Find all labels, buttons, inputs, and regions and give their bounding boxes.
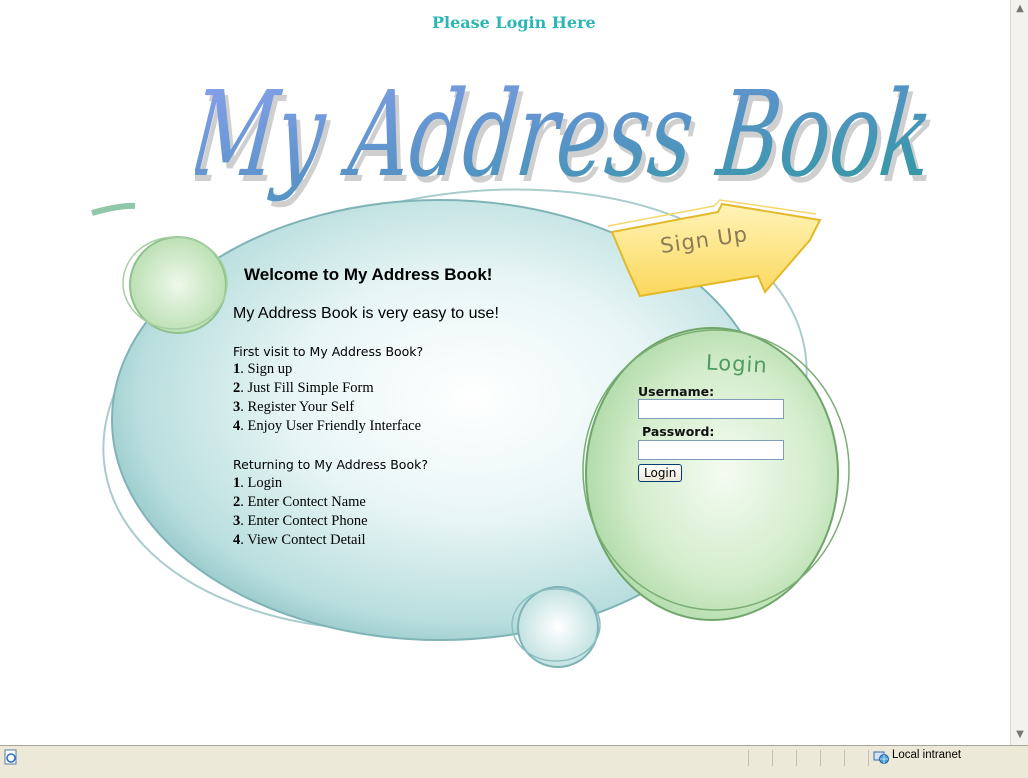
username-input[interactable]	[638, 399, 784, 419]
status-divider	[796, 750, 797, 766]
list-item: 1. Sign up	[233, 361, 293, 377]
status-divider	[868, 750, 869, 766]
list-item: 1. Login	[233, 475, 283, 491]
vertical-scrollbar[interactable]: ▲ ▼	[1010, 0, 1028, 745]
ie-page-icon	[4, 749, 17, 765]
browser-viewport: Please Login Here My Address Book My Add…	[0, 0, 1010, 745]
intranet-globe-icon	[873, 751, 889, 764]
returning-heading: Returning to My Address Book?	[233, 457, 428, 472]
login-title: Login	[705, 350, 769, 378]
username-label: Username:	[638, 384, 715, 399]
scroll-down-icon[interactable]: ▼	[1013, 728, 1027, 742]
status-divider	[820, 750, 821, 766]
logo-text-front: My Address Book	[195, 65, 939, 203]
status-divider	[844, 750, 845, 766]
password-label: Password:	[642, 424, 715, 439]
list-item: 4. View Contect Detail	[233, 532, 366, 548]
first-visit-heading: First visit to My Address Book?	[233, 344, 424, 359]
security-zone-label: Local intranet	[892, 749, 962, 761]
list-item: 4. Enjoy User Friendly Interface	[233, 418, 422, 434]
password-input[interactable]	[638, 440, 784, 460]
my-address-book-logo: My Address Book My Address Book	[195, 65, 943, 209]
tagline: My Address Book is very easy to use!	[233, 305, 499, 322]
first-visit-steps: 1. Sign up 2. Just Fill Simple Form 3. R…	[233, 360, 421, 436]
welcome-heading: Welcome to My Address Book!	[244, 265, 493, 284]
scroll-up-icon[interactable]: ▲	[1013, 2, 1027, 16]
login-button[interactable]: Login	[638, 464, 683, 482]
list-item: 3. Enter Contect Phone	[233, 513, 368, 529]
list-item: 3. Register Your Self	[233, 399, 355, 415]
list-item: 2. Just Fill Simple Form	[233, 380, 374, 396]
status-divider	[748, 750, 749, 766]
returning-steps: 1. Login 2. Enter Contect Name 3. Enter …	[233, 474, 368, 550]
status-bar: Local intranet	[0, 745, 1028, 778]
login-form: Username: Password: Login	[638, 384, 798, 482]
list-item: 2. Enter Contect Name	[233, 494, 366, 510]
status-divider	[772, 750, 773, 766]
